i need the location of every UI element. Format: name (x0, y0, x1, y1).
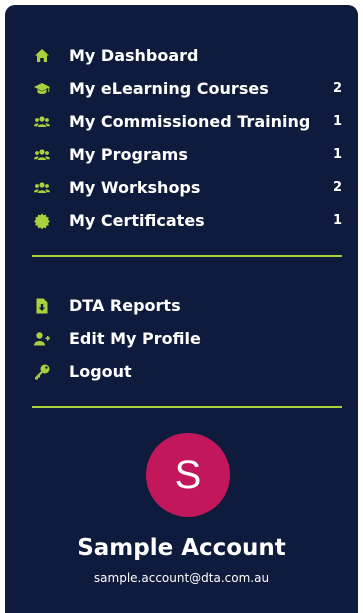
menu-item-my-dashboard[interactable]: My Dashboard (5, 39, 358, 72)
menu-item-label: DTA Reports (69, 296, 181, 315)
key-icon (33, 363, 51, 381)
menu-item-logout[interactable]: Logout (5, 355, 358, 388)
menu-item-label: My eLearning Courses (69, 79, 269, 98)
menu-item-count: 1 (332, 114, 342, 129)
secondary-menu: DTA Reports Edit My Profile Logout (5, 289, 358, 388)
user-plus-icon (33, 330, 51, 348)
menu-item-label: My Commissioned Training (69, 112, 311, 131)
users-icon (33, 179, 51, 197)
menu-item-label: My Programs (69, 145, 188, 164)
certificate-icon (33, 212, 51, 230)
menu-item-label: Logout (69, 362, 132, 381)
menu-item-my-programs[interactable]: My Programs 1 (5, 138, 358, 171)
users-icon (33, 113, 51, 131)
menu-item-count: 2 (332, 180, 342, 195)
graduation-cap-icon (33, 80, 51, 98)
account-email: sample.account@dta.com.au (93, 571, 270, 585)
account-name: Sample Account (77, 535, 286, 561)
menu-item-label: My Certificates (69, 211, 205, 230)
file-download-icon (33, 297, 51, 315)
menu-item-dta-reports[interactable]: DTA Reports (5, 289, 358, 322)
users-icon (33, 146, 51, 164)
primary-menu: My Dashboard My eLearning Courses 2 My C… (5, 39, 358, 237)
menu-item-my-commissioned-training[interactable]: My Commissioned Training 1 (5, 105, 358, 138)
menu-item-label: My Workshops (69, 178, 201, 197)
menu-item-my-certificates[interactable]: My Certificates 1 (5, 204, 358, 237)
menu-item-count: 2 (332, 81, 342, 96)
menu-divider (32, 406, 342, 408)
menu-divider (32, 255, 342, 257)
menu-item-label: Edit My Profile (69, 329, 201, 348)
home-icon (33, 47, 51, 65)
menu-item-my-workshops[interactable]: My Workshops 2 (5, 171, 358, 204)
avatar: S (146, 433, 230, 517)
menu-item-count: 1 (332, 213, 342, 228)
menu-item-label: My Dashboard (69, 46, 199, 65)
menu-item-edit-my-profile[interactable]: Edit My Profile (5, 322, 358, 355)
menu-item-count: 1 (332, 147, 342, 162)
account-sidebar: My Dashboard My eLearning Courses 2 My C… (5, 5, 358, 613)
menu-item-my-elearning-courses[interactable]: My eLearning Courses 2 (5, 72, 358, 105)
